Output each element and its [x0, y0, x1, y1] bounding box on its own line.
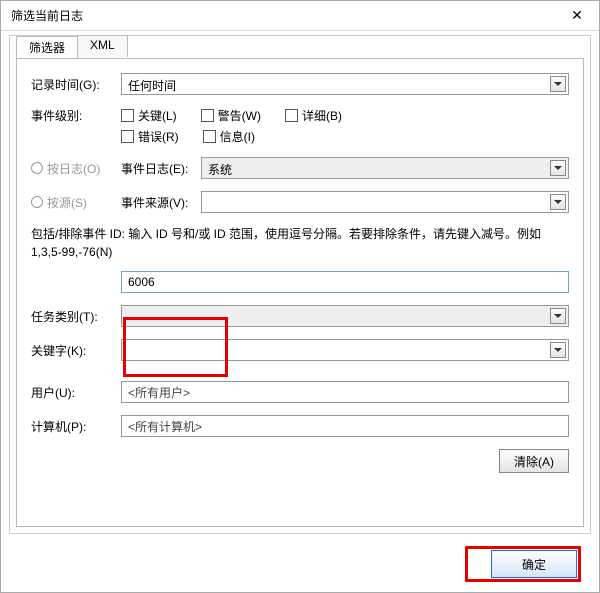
radio-icon — [31, 162, 43, 174]
chevron-down-icon — [550, 76, 566, 92]
checkbox-icon — [201, 109, 214, 122]
chk-critical[interactable]: 关键(L) — [121, 107, 177, 124]
label-task-category: 任务类别(T): — [31, 308, 121, 325]
label-keywords: 关键字(K): — [31, 342, 121, 359]
chk-warning[interactable]: 警告(W) — [201, 107, 261, 124]
tab-panel-filter: 记录时间(G): 任何时间 事件级别: 关键(L) — [16, 58, 584, 527]
label-level: 事件级别: — [31, 107, 121, 124]
input-computer[interactable] — [121, 415, 569, 437]
chevron-down-icon — [550, 160, 566, 176]
select-task-category[interactable] — [121, 305, 569, 327]
checkbox-icon — [285, 109, 298, 122]
chevron-down-icon — [550, 342, 566, 358]
select-event-logs[interactable]: 系统 — [201, 157, 569, 179]
chk-error-label: 错误(R) — [138, 128, 179, 145]
radio-by-source[interactable]: 按源(S) — [31, 194, 121, 211]
select-logged-time[interactable]: 任何时间 — [121, 73, 569, 95]
radio-by-log[interactable]: 按日志(O) — [31, 160, 121, 177]
window-title: 筛选当前日志 — [11, 7, 83, 24]
label-event-logs: 事件日志(E): — [121, 160, 201, 177]
select-event-sources[interactable] — [201, 191, 569, 213]
chk-info-label: 信息(I) — [220, 128, 255, 145]
select-event-logs-value: 系统 — [208, 161, 232, 178]
clear-button[interactable]: 清除(A) — [499, 449, 569, 473]
select-logged-value: 任何时间 — [128, 77, 176, 94]
label-logged: 记录时间(G): — [31, 76, 121, 93]
checkbox-icon — [121, 130, 134, 143]
chk-info[interactable]: 信息(I) — [203, 128, 255, 145]
chk-critical-label: 关键(L) — [138, 107, 177, 124]
chevron-down-icon — [550, 194, 566, 210]
radio-icon — [31, 196, 43, 208]
close-button[interactable]: ✕ — [555, 1, 599, 31]
tab-filter[interactable]: 筛选器 — [16, 36, 78, 58]
radio-by-source-label: 按源(S) — [47, 194, 87, 211]
chk-verbose-label: 详细(B) — [302, 107, 342, 124]
tab-strip: 筛选器 XML — [16, 35, 127, 57]
ok-button[interactable]: 确定 — [491, 550, 577, 578]
titlebar: 筛选当前日志 ✕ — [1, 1, 599, 31]
input-event-id[interactable] — [121, 271, 569, 293]
tab-xml[interactable]: XML — [77, 35, 128, 57]
close-icon: ✕ — [571, 7, 583, 24]
chk-error[interactable]: 错误(R) — [121, 128, 179, 145]
dialog-body: 筛选器 XML 记录时间(G): 任何时间 事件级别: — [9, 35, 591, 534]
select-keywords[interactable] — [121, 339, 569, 361]
label-user: 用户(U): — [31, 384, 121, 401]
ids-help-text: 包括/排除事件 ID: 输入 ID 号和/或 ID 范围，使用逗号分隔。若要排除… — [31, 225, 569, 261]
label-computer: 计算机(P): — [31, 418, 121, 435]
input-user[interactable] — [121, 381, 569, 403]
chk-verbose[interactable]: 详细(B) — [285, 107, 342, 124]
label-event-sources: 事件来源(V): — [121, 194, 201, 211]
decorative-edge — [597, 31, 599, 592]
radio-by-log-label: 按日志(O) — [47, 160, 100, 177]
chevron-down-icon — [550, 308, 566, 324]
checkbox-icon — [121, 109, 134, 122]
chk-warning-label: 警告(W) — [218, 107, 261, 124]
checkbox-icon — [203, 130, 216, 143]
